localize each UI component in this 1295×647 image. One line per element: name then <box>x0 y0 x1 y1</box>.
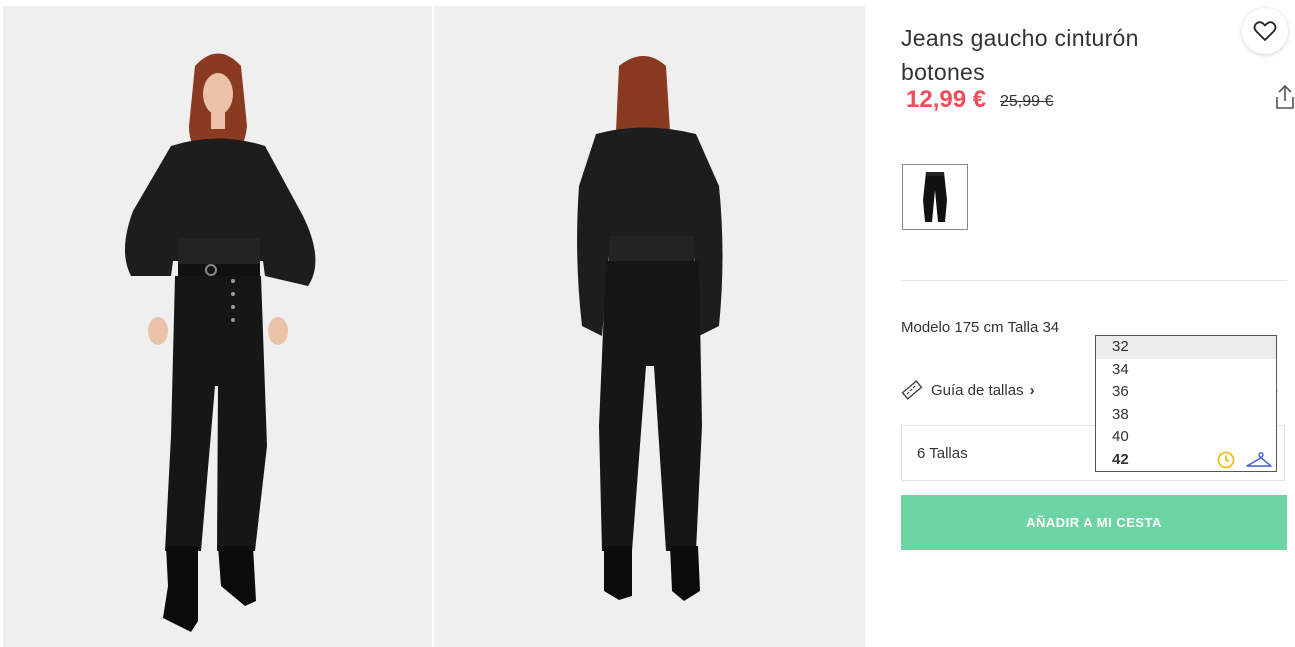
product-photo-back[interactable] <box>434 6 865 647</box>
original-price: 25,99 € <box>1000 93 1054 110</box>
product-photo-front[interactable] <box>3 6 432 647</box>
size-option-36[interactable]: 36 <box>1096 381 1276 404</box>
size-option-label: 34 <box>1112 360 1129 378</box>
clock-icon <box>1217 451 1235 469</box>
color-swatch-black[interactable] <box>902 164 968 230</box>
share-icon <box>1276 84 1294 109</box>
size-option-34[interactable]: 34 <box>1096 359 1276 382</box>
share-button[interactable] <box>1274 84 1295 110</box>
size-dropdown[interactable]: 32 34 36 38 40 42 <box>1095 335 1277 472</box>
size-guide-label: Guía de tallas <box>931 381 1024 399</box>
favorite-button[interactable] <box>1242 8 1288 54</box>
model-info: Modelo 175 cm Talla 34 <box>901 319 1060 336</box>
ruler-icon <box>901 380 923 400</box>
size-option-label: 38 <box>1112 405 1129 423</box>
current-price: 12,99 € <box>906 86 987 113</box>
size-selector-label: 6 Tallas <box>917 445 968 462</box>
size-option-label: 32 <box>1112 338 1129 355</box>
size-option-40[interactable]: 40 <box>1096 426 1276 449</box>
add-to-cart-button[interactable]: AÑADIR A MI CESTA <box>901 495 1287 550</box>
size-guide-link[interactable]: Guía de tallas › <box>901 380 1035 400</box>
product-title: Jeans gaucho cinturón botones <box>901 25 1139 86</box>
jeans-thumbnail-icon <box>923 172 947 222</box>
section-divider <box>901 280 1287 281</box>
size-option-label: 36 <box>1112 383 1129 401</box>
hanger-icon <box>1246 452 1272 467</box>
size-option-32[interactable]: 32 <box>1096 336 1276 359</box>
size-option-label: 40 <box>1112 428 1129 446</box>
size-option-42[interactable]: 42 <box>1096 449 1276 472</box>
chevron-right-icon: › <box>1029 381 1035 399</box>
size-option-label: 42 <box>1112 450 1129 468</box>
size-option-38[interactable]: 38 <box>1096 404 1276 427</box>
heart-icon <box>1253 21 1277 41</box>
